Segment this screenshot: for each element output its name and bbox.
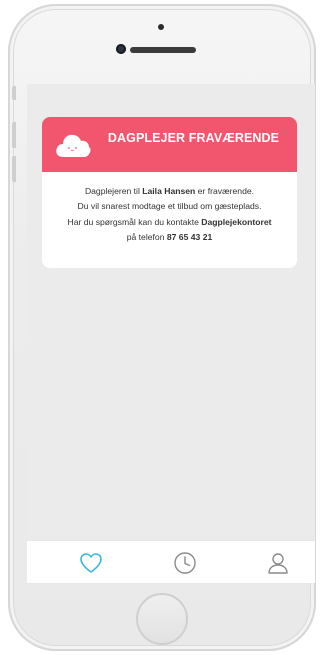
earpiece-speaker [130,47,196,53]
notice-title: DAGPLEJER FRAVÆRENDE [107,131,280,145]
home-button[interactable] [136,593,188,645]
notice-body: Dagplejeren til Laila Hansen er fraværen… [42,172,297,245]
notice-line-4: på telefon 87 65 43 21 [42,230,297,245]
notice-text: Dagplejeren til [84,186,143,196]
proximity-sensor [158,24,164,30]
phone-number: 87 65 43 21 [166,231,213,242]
caregiver-name: Laila Hansen [142,186,196,196]
office-name: Dagplejekontoret [201,216,272,227]
app-screen: DAGPLEJER FRAVÆRENDE Dagplejeren til Lai… [27,84,315,583]
notice-text: er fraværende. [195,186,255,196]
front-camera [116,44,126,54]
tab-profile[interactable] [264,549,292,577]
notice-line-3: Har du spørgsmål kan du kontakte Dagplej… [42,215,297,230]
volume-up-button [12,122,16,148]
clock-icon [174,552,196,574]
notice-line-2: Du vil snarest modtage et tilbud om gæst… [77,201,262,212]
cloud-icon [56,134,91,157]
mute-switch [12,86,16,100]
notice-text: på telefon [126,231,167,242]
tab-history[interactable] [171,549,199,577]
tab-favorites[interactable] [77,549,105,577]
person-icon [268,553,288,574]
phone-frame: DAGPLEJER FRAVÆRENDE Dagplejeren til Lai… [8,4,316,651]
notice-header: DAGPLEJER FRAVÆRENDE [42,117,297,172]
absence-notice-card: DAGPLEJER FRAVÆRENDE Dagplejeren til Lai… [42,117,297,268]
notice-line-1: Dagplejeren til Laila Hansen er fraværen… [42,184,297,199]
bottom-tab-bar [27,540,315,583]
heart-icon [80,553,102,573]
volume-down-button [12,156,16,182]
notice-text: Har du spørgsmål kan du kontakte [67,216,202,227]
